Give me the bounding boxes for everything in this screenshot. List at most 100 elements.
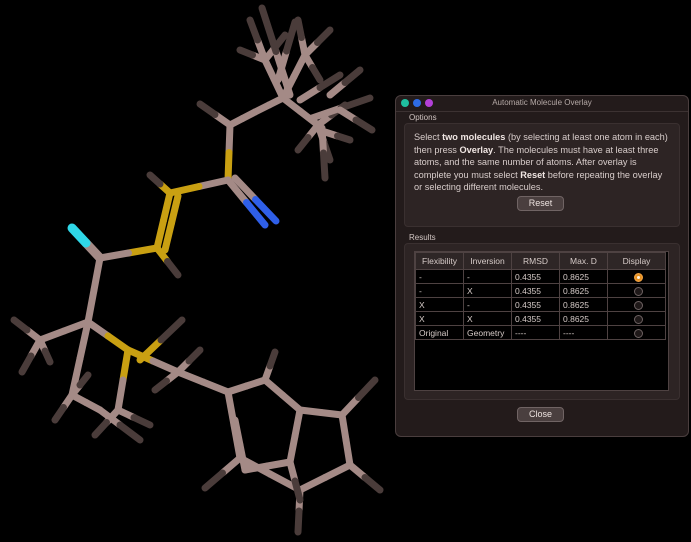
bond <box>225 121 234 156</box>
bond <box>146 171 164 188</box>
cell-inversion: - <box>463 269 512 284</box>
bond <box>196 100 219 118</box>
bond <box>164 258 182 279</box>
bond <box>185 346 204 365</box>
bond <box>342 436 354 469</box>
overlay-dialog: Automatic Molecule Overlay Options Selec… <box>395 95 689 437</box>
column-header-inversion[interactable]: Inversion <box>463 252 512 270</box>
cell-rmsd: 0.4355 <box>511 283 560 298</box>
bond <box>296 406 325 416</box>
bond <box>296 84 324 104</box>
close-button[interactable]: Close <box>517 407 564 422</box>
bond <box>334 132 354 144</box>
results-group-label: Results <box>409 233 436 242</box>
bond <box>199 378 232 396</box>
bond <box>291 406 304 440</box>
table-row[interactable]: - X 0.4355 0.8625 <box>415 283 666 298</box>
bond <box>338 411 350 444</box>
bond <box>294 134 312 154</box>
cell-max-d: 0.8625 <box>559 297 608 312</box>
cell-max-d: ---- <box>559 325 608 340</box>
bond <box>294 507 303 536</box>
bond <box>36 327 68 344</box>
bond <box>224 388 238 429</box>
bond <box>41 347 54 366</box>
bond <box>286 432 299 466</box>
display-radio[interactable] <box>633 300 643 310</box>
cell-rmsd: 0.4355 <box>511 269 560 284</box>
bond <box>151 377 170 394</box>
bond <box>116 421 144 444</box>
cell-flexibility: X <box>415 297 464 312</box>
table-row[interactable]: X - 0.4355 0.8625 <box>415 297 666 312</box>
table-row[interactable]: Original Geometry ---- ---- <box>415 325 666 340</box>
bond <box>318 124 327 157</box>
dialog-title: Automatic Molecule Overlay <box>492 98 592 107</box>
cell-display <box>607 325 666 340</box>
cell-flexibility: - <box>415 269 464 284</box>
column-header-flexibility[interactable]: Flexibility <box>415 252 464 270</box>
cell-max-d: 0.8625 <box>559 283 608 298</box>
table-row[interactable]: - - 0.4355 0.8625 <box>415 269 666 284</box>
bond <box>160 189 174 224</box>
bond <box>296 474 329 494</box>
cell-flexibility: X <box>415 311 464 326</box>
cell-flexibility: - <box>415 283 464 298</box>
cell-inversion: Geometry <box>463 325 512 340</box>
bond <box>76 371 92 389</box>
bond <box>195 176 232 190</box>
bond <box>130 414 154 429</box>
bond <box>291 477 304 504</box>
bond <box>337 94 374 112</box>
display-radio[interactable] <box>633 286 643 296</box>
bond <box>18 352 35 376</box>
title-bar[interactable]: Automatic Molecule Overlay <box>396 96 688 112</box>
bond <box>314 26 334 46</box>
display-radio[interactable] <box>633 272 643 282</box>
bond <box>201 469 226 492</box>
results-table: Flexibility Inversion RMSD Max. D Displa… <box>415 252 666 340</box>
cell-inversion: X <box>463 283 512 298</box>
bond <box>266 348 279 370</box>
bond <box>309 64 324 84</box>
column-header-max-d[interactable]: Max. D <box>559 252 608 270</box>
table-row[interactable]: X X 0.4355 0.8625 <box>415 311 666 326</box>
column-header-display[interactable]: Display <box>607 252 666 270</box>
bond <box>168 192 182 227</box>
instructions-text: Select two molecules (by selecting at le… <box>414 132 668 192</box>
bond <box>341 66 364 86</box>
cell-rmsd: ---- <box>511 325 560 340</box>
bond <box>90 254 104 294</box>
reset-button[interactable]: Reset <box>517 196 564 211</box>
bond <box>338 394 362 419</box>
bond <box>125 244 161 257</box>
cell-rmsd: 0.4355 <box>511 311 560 326</box>
bond <box>174 368 207 386</box>
cell-rmsd: 0.4355 <box>511 297 560 312</box>
cell-inversion: X <box>463 311 512 326</box>
bond <box>352 116 376 134</box>
cell-max-d: 0.8625 <box>559 311 608 326</box>
bond <box>321 461 354 481</box>
bond <box>161 219 175 254</box>
bond <box>361 474 384 494</box>
options-group-label: Options <box>409 113 437 122</box>
bond <box>355 376 379 401</box>
bond <box>246 16 261 44</box>
bond <box>166 183 203 197</box>
bond <box>10 316 31 334</box>
bond <box>258 4 280 55</box>
bond <box>294 16 305 41</box>
bond <box>104 332 132 354</box>
bond <box>157 316 186 344</box>
bond <box>91 419 110 439</box>
cell-max-d: 0.8625 <box>559 269 608 284</box>
cell-display <box>607 283 666 298</box>
cell-inversion: - <box>463 297 512 312</box>
cell-display <box>607 269 666 284</box>
display-radio[interactable] <box>633 314 643 324</box>
display-radio[interactable] <box>633 328 643 338</box>
bond <box>149 357 182 376</box>
column-header-rmsd[interactable]: RMSD <box>511 252 560 270</box>
cell-display <box>607 297 666 312</box>
